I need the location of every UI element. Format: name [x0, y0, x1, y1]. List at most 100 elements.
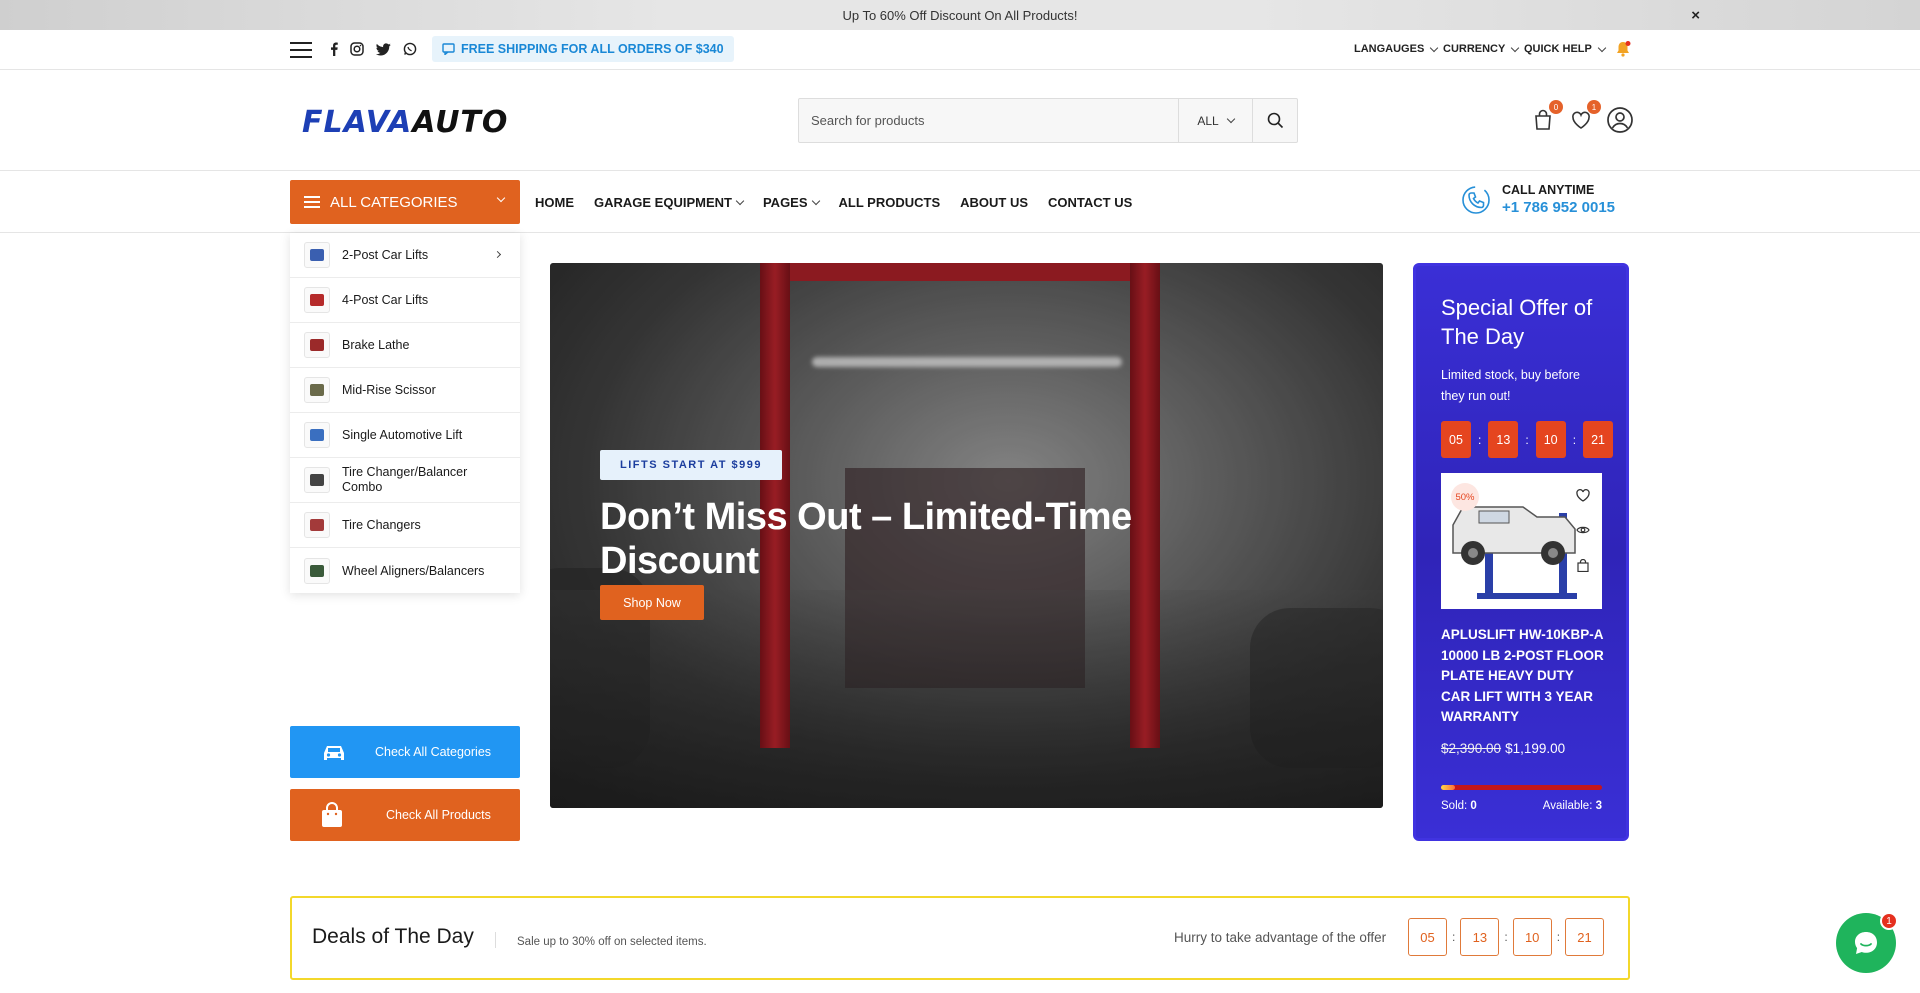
nav-links: HOME GARAGE EQUIPMENT PAGES ALL PRODUCTS… — [535, 171, 1132, 233]
shop-now-button[interactable]: Shop Now — [600, 585, 704, 620]
stock-progress-bar — [1441, 785, 1602, 790]
bell-icon[interactable] — [1614, 40, 1632, 58]
logo-part-2: AUTO — [412, 105, 509, 140]
chevron-down-icon — [496, 193, 506, 203]
offer-product-name[interactable]: APLUSLIFT HW-10KBP-A 10000 LB 2-POST FLO… — [1441, 625, 1606, 728]
category-item-single-automotive-lift[interactable]: Single Automotive Lift — [290, 413, 520, 458]
available-count: 3 — [1595, 800, 1602, 812]
languages-label: LANGAUGES — [1354, 43, 1425, 55]
category-thumbnail — [304, 512, 330, 538]
heart-icon[interactable] — [1576, 489, 1590, 502]
close-icon[interactable]: × — [1691, 7, 1700, 24]
category-label: Wheel Aligners/Balancers — [342, 563, 485, 578]
deals-subtitle: Sale up to 30% off on selected items. — [517, 936, 707, 948]
hero-banner: LIFTS START AT $999 Don’t Miss Out – Lim… — [550, 263, 1383, 808]
category-thumbnail — [304, 377, 330, 403]
account-button[interactable] — [1606, 106, 1634, 134]
nav-home[interactable]: HOME — [535, 195, 574, 210]
shopping-bag-icon — [322, 802, 342, 827]
nav-all-products[interactable]: ALL PRODUCTS — [839, 195, 941, 210]
car-icon — [324, 746, 344, 760]
chat-notification-badge: 1 — [1880, 912, 1898, 930]
category-menu: 2-Post Car Lifts 4-Post Car Lifts Brake … — [290, 233, 520, 593]
category-item-tire-changers[interactable]: Tire Changers — [290, 503, 520, 548]
facebook-icon[interactable] — [326, 41, 342, 57]
wishlist-count-badge: 1 — [1587, 100, 1601, 114]
deals-hurry-text: Hurry to take advantage of the offer — [1174, 930, 1387, 945]
main-nav: ALL CATEGORIES HOME GARAGE EQUIPMENT PAG… — [0, 171, 1920, 233]
countdown-days: 05 — [1441, 421, 1471, 458]
category-thumbnail — [304, 467, 330, 493]
category-item-4-post-car-lifts[interactable]: 4-Post Car Lifts — [290, 278, 520, 323]
search-input[interactable] — [799, 99, 1178, 142]
category-label: Tire Changers — [342, 518, 421, 532]
languages-dropdown[interactable]: LANGAUGES — [1354, 43, 1439, 55]
countdown-separator: : — [1452, 930, 1456, 944]
nav-contact-us-label: CONTACT US — [1048, 194, 1133, 210]
chat-bubble-icon — [442, 43, 455, 55]
all-categories-button[interactable]: ALL CATEGORIES — [290, 180, 520, 224]
category-label: 4-Post Car Lifts — [342, 293, 429, 307]
shopping-bag-icon[interactable] — [1577, 559, 1589, 572]
check-all-products-button[interactable]: Check All Products — [290, 789, 520, 841]
countdown-hours: 13 — [1460, 918, 1500, 956]
nav-garage-equipment[interactable]: GARAGE EQUIPMENT — [594, 195, 745, 210]
sold-count: 0 — [1470, 800, 1477, 812]
special-offer-subtitle: Limited stock, buy before they run out! — [1441, 368, 1580, 403]
countdown-separator: : — [1556, 930, 1561, 944]
nav-about-us-label: ABOUT US — [960, 194, 1029, 210]
countdown-separator: : — [1504, 930, 1508, 944]
nav-home-label: HOME — [535, 194, 574, 210]
cart-button[interactable]: 0 — [1529, 100, 1563, 134]
eye-icon[interactable] — [1576, 525, 1590, 535]
promo-bar: Up To 60% Off Discount On All Products! … — [0, 0, 1920, 30]
countdown-seconds: 21 — [1565, 918, 1605, 956]
category-label: Single Automotive Lift — [342, 428, 463, 442]
category-item-mid-rise-scissor[interactable]: Mid-Rise Scissor — [290, 368, 520, 413]
offer-product-image[interactable]: 50% — [1441, 473, 1602, 609]
chevron-down-icon — [735, 196, 745, 205]
category-item-wheel-aligners-balancers[interactable]: Wheel Aligners/Balancers — [290, 548, 520, 593]
menu-icon[interactable] — [290, 42, 312, 58]
special-offer-card: Special Offer of The Day Limited stock, … — [1413, 263, 1629, 841]
quick-help-label: QUICK HELP — [1524, 43, 1592, 55]
category-thumbnail — [304, 332, 330, 358]
category-thumbnail — [304, 242, 330, 268]
site-logo[interactable]: FLAVAAUTO — [302, 108, 508, 138]
category-item-2-post-car-lifts[interactable]: 2-Post Car Lifts — [290, 233, 520, 278]
menu-icon — [304, 196, 320, 208]
phone-icon — [1462, 185, 1490, 214]
countdown-separator: : — [1572, 432, 1577, 447]
search-button[interactable] — [1252, 99, 1297, 142]
currency-dropdown[interactable]: CURRENCY — [1443, 43, 1520, 55]
twitter-icon[interactable] — [375, 41, 391, 57]
check-all-categories-button[interactable]: Check All Categories — [290, 726, 520, 778]
call-number[interactable]: +1 786 952 0015 — [1502, 199, 1615, 216]
quick-help-dropdown[interactable]: QUICK HELP — [1524, 43, 1607, 55]
utility-bar: FREE SHIPPING FOR ALL ORDERS OF $340 LAN… — [0, 30, 1920, 70]
chevron-right-icon — [493, 250, 502, 259]
category-item-brake-lathe[interactable]: Brake Lathe — [290, 323, 520, 368]
category-label: Mid-Rise Scissor — [342, 383, 436, 397]
category-thumbnail — [304, 287, 330, 313]
shipping-badge: FREE SHIPPING FOR ALL ORDERS OF $340 — [432, 36, 734, 62]
category-thumbnail — [304, 557, 330, 584]
call-anytime[interactable]: CALL ANYTIME +1 786 952 0015 — [1460, 183, 1615, 216]
category-item-tire-changer-balancer-combo[interactable]: Tire Changer/Balancer Combo — [290, 458, 520, 503]
search-category-select[interactable]: ALL — [1178, 99, 1252, 142]
stock-info: Sold: 0 Available: 3 — [1441, 800, 1602, 812]
search-icon — [1267, 112, 1283, 129]
nav-contact-us[interactable]: CONTACT US — [1048, 195, 1132, 210]
chevron-down-icon — [1597, 43, 1607, 52]
chat-icon — [1855, 932, 1877, 954]
nav-about-us[interactable]: ABOUT US — [960, 195, 1028, 210]
nav-pages-label: PAGES — [762, 194, 808, 210]
user-icon — [1607, 107, 1633, 133]
instagram-icon[interactable] — [349, 41, 365, 57]
whatsapp-icon[interactable] — [402, 41, 418, 57]
countdown-separator: : — [1525, 432, 1529, 447]
chat-widget-button[interactable]: 1 — [1836, 912, 1898, 973]
wishlist-button[interactable]: 1 — [1567, 100, 1601, 134]
available-label: Available: — [1542, 800, 1593, 812]
nav-pages[interactable]: PAGES — [762, 194, 820, 210]
